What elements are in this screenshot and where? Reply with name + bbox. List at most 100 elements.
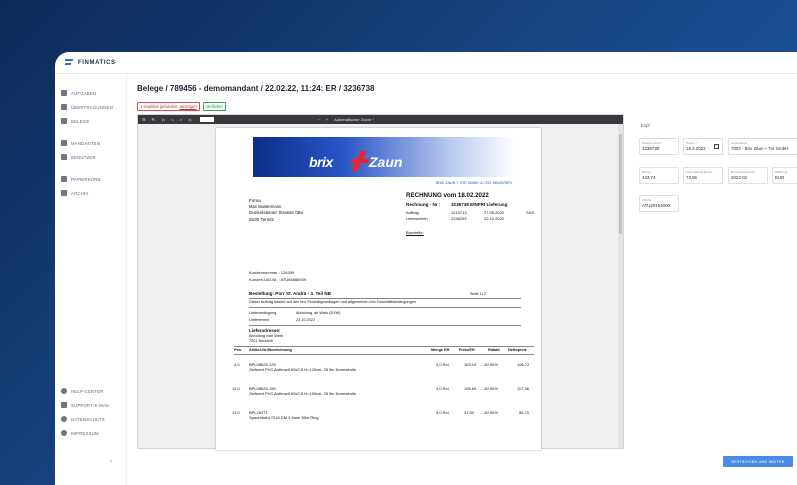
brand-left: brix — [309, 154, 333, 170]
invoice-title: RECHNUNG vom 18.02.2022 — [406, 192, 489, 199]
liefertermin-value: 23.10.2022 — [296, 318, 316, 322]
table-header-rule — [234, 354, 534, 355]
company-address: BRIX ZAUN + TOR GMBH, A-7221 NEUDÖRFL — [436, 181, 513, 185]
search-icon[interactable]: 🔍 — [152, 118, 156, 122]
brix-logo-icon — [353, 151, 369, 171]
finmatics-logo-icon — [65, 58, 74, 67]
rechnung-nr-value: 3236738 EINFRI Lieferung — [451, 202, 508, 207]
uid-field[interactable]: UID-Nr. ATU20154000 — [639, 195, 679, 212]
row-rabatt: -40,00% — [483, 386, 498, 391]
row-menge: 1,0 Rol — [436, 386, 449, 391]
tasks-icon — [61, 90, 67, 96]
scroll-thumb[interactable] — [619, 134, 622, 234]
archive-icon — [61, 190, 67, 196]
row-preis: 163,10 — [464, 362, 477, 367]
waehrung-field[interactable]: Währung EUR — [772, 167, 797, 184]
row-desc: Geflecht PVC Anthrazit 60x2,5 H=125cm, 2… — [249, 367, 357, 372]
row-netto: 56,70 — [519, 410, 530, 415]
seite: Seite 1/ 2 — [470, 292, 487, 296]
col-artikel: Artikel-Nr./Bezeichnung — [249, 348, 292, 352]
zoom-select[interactable]: Automatischer Zoom ÷ — [334, 117, 374, 122]
recipient-street: Dunkelsteiner Strasse 09a — [249, 210, 303, 215]
sidebar-item-belege[interactable]: BELEGE — [55, 114, 126, 128]
sidebar-item-datenschutz[interactable]: DATENSCHUTZ — [55, 412, 127, 426]
kunden-uid: Kunden-UID-Nr. : ATU66666939 — [249, 277, 307, 282]
auftrag-label: Auftrag — [406, 210, 419, 215]
baustelle: Baustelle: — [406, 230, 424, 235]
row-menge: 2,0 Rol — [436, 362, 449, 367]
gegenkonto-field[interactable]: Gegenkonto 7002 - Brix Zaun + Tor GmbH — [728, 138, 797, 155]
duplicate-badge: 1 Duplikat gefunden: anzeigen — [137, 102, 200, 111]
lieferschein-label: Lieferschein — [406, 216, 428, 221]
trash-icon — [61, 176, 67, 182]
lieferadresse-line2: 7201 Neudörfl — [249, 339, 273, 343]
sidebar-toggle-icon[interactable]: ☰ — [142, 117, 146, 122]
steuerbetrag-field[interactable]: Steuerbetrag Brutto 73,96 — [683, 167, 723, 184]
sidebar-item-impressum[interactable]: IMPRESSUM — [55, 426, 127, 440]
lieferbedingung-value: Abholung, ab Werk (EXW) — [296, 311, 341, 315]
row-pos: 13,0 — [232, 410, 240, 415]
lieferschein-value: 2246293 — [451, 216, 467, 221]
sidebar-item-papierkorb[interactable]: PAPIERKORB — [55, 172, 126, 186]
info-icon — [61, 430, 67, 436]
zoom-in-icon[interactable]: + — [326, 117, 328, 122]
sidebar-item-aufgaben[interactable]: AUFGABEN — [55, 86, 126, 100]
pdf-toolbar: ☰ 🔍 |< < > >| − + Automatischer Zoom ÷ — [138, 115, 623, 124]
col-pos: Pos. — [234, 348, 243, 352]
col-rabatt: Rabatt — [488, 348, 500, 352]
calendar-icon[interactable] — [714, 144, 719, 149]
sidebar-item-benutzer[interactable]: BENUTZER — [55, 150, 126, 164]
sidebar-item-mandanten[interactable]: MANDANTEN — [55, 136, 126, 150]
row-desc: Geflecht PVC Anthrazit 60x2,5 H=150cm, 2… — [249, 391, 357, 396]
confirm-continue-button[interactable]: BESTÄTIGEN UND WEITER — [723, 456, 793, 467]
brix-banner: brix Zaun — [253, 137, 515, 177]
belegnummer-field[interactable]: Belegnummer * 3236738 — [639, 138, 679, 155]
recipient-name: Max Mustermann — [249, 204, 282, 209]
collapse-sidebar-button[interactable]: ‹ — [110, 459, 112, 465]
logo-text: FINMATICS — [78, 59, 116, 66]
lieferbedingung-label: Lieferbedingung — [249, 311, 277, 315]
auftrag-value: 1213713 — [451, 210, 467, 215]
bestellung: Bestellung: Porr St. Andrä - 3. Teil NB — [249, 291, 331, 296]
invoice-page: brix Zaun BRIX ZAUN + TOR GMBH, A-7221 N… — [216, 128, 541, 450]
show-duplicate-link[interactable]: anzeigen — [180, 104, 197, 109]
col-netto: Nettopreis — [508, 348, 527, 352]
agb-note: Dieser Auftrag basiert auf den brix Prod… — [249, 300, 416, 304]
sas: SAS — [526, 210, 535, 215]
liefertermin-label: Liefertermin — [249, 318, 270, 322]
main-content: Belege / 789456 - demomandant / 22.02.22… — [127, 74, 797, 485]
lieferschein-date: 22.10.2022 — [484, 216, 505, 221]
row-rabatt: -40,00% — [483, 362, 498, 367]
status-badges: 1 Duplikat gefunden: anzeigen Verifizier… — [137, 102, 226, 111]
zoom-out-icon[interactable]: − — [317, 117, 319, 122]
next-page-icon[interactable]: > — [180, 117, 182, 122]
sidebar-item-support-email[interactable]: SUPPORT-E-MAIL — [55, 398, 127, 412]
divider — [249, 298, 521, 299]
last-page-icon[interactable]: >| — [188, 117, 191, 122]
buchungsperiode-field[interactable]: Buchungsperiode * 2022-02 — [728, 167, 768, 184]
row-netto: 117,36 — [517, 386, 529, 391]
viewer-scrollbar[interactable] — [618, 124, 623, 448]
first-page-icon[interactable]: |< — [162, 117, 165, 122]
divider — [249, 307, 521, 308]
kundennummer: Kundennummer : 126309 — [249, 270, 295, 275]
betrag-field[interactable]: Betrag 443,74 — [639, 167, 679, 184]
brand-right: Zaun — [369, 154, 403, 170]
row-netto: 195,72 — [517, 362, 530, 367]
page-number-input[interactable] — [200, 117, 215, 122]
receipt-icon — [61, 118, 67, 124]
row-pos: 12,0 — [232, 386, 240, 391]
page-title: Belege / 789456 - demomandant / 22.02.22… — [137, 84, 375, 93]
divider — [249, 325, 521, 326]
datum-field[interactable]: Datum * 18.2.2022 — [683, 138, 723, 155]
table-top-rule — [234, 346, 534, 347]
lieferadresse-label: Lieferadresse: — [249, 328, 281, 333]
col-menge: Menge EH — [431, 348, 450, 352]
mail-icon — [61, 402, 67, 408]
prev-page-icon[interactable]: < — [171, 117, 173, 122]
pdf-viewer: ☰ 🔍 |< < > >| − + Automatischer Zoom ÷ b… — [137, 114, 624, 450]
sidebar-item-uebertragungen[interactable]: ÜBERTRAGUNGEN — [55, 100, 126, 114]
row-pos: 4,0 — [234, 362, 240, 367]
sidebar-item-help-center[interactable]: HELP-CENTER — [55, 384, 127, 398]
sidebar-item-archiv[interactable]: ARCHIV — [55, 186, 126, 200]
